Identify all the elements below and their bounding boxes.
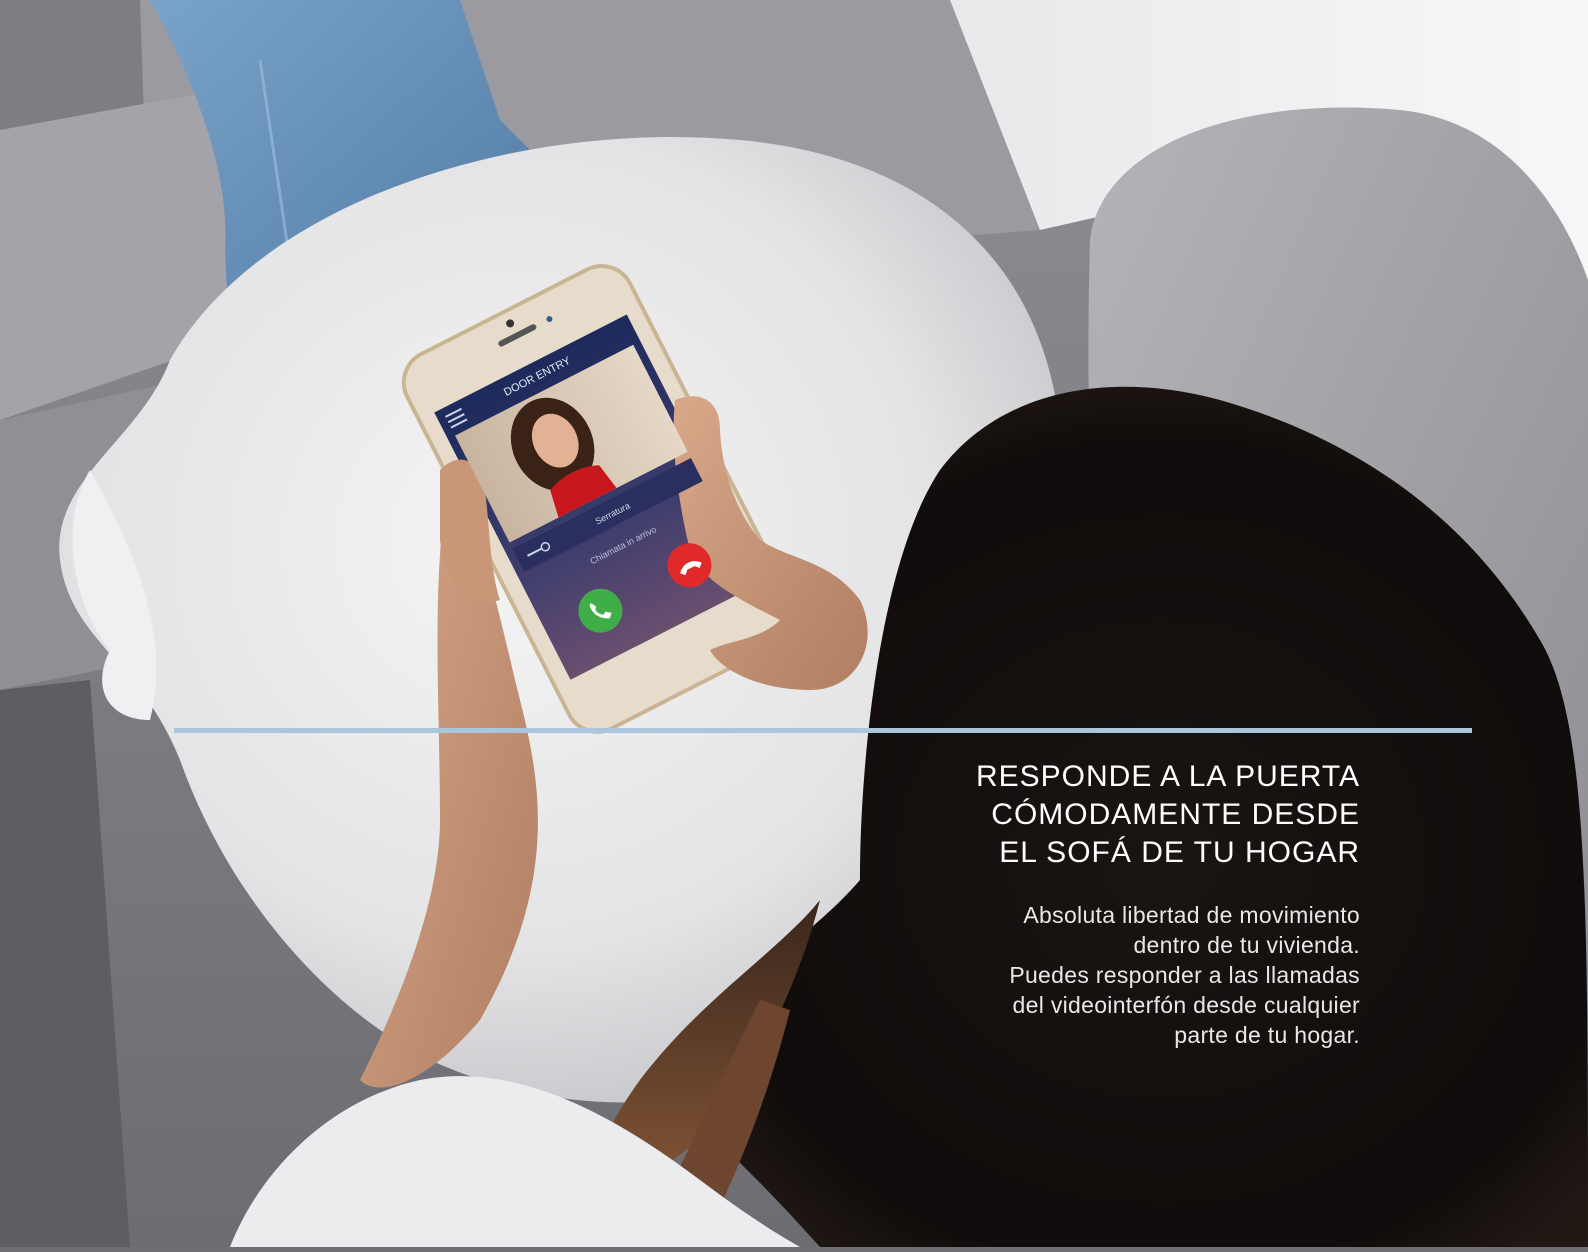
headline-line: RESPONDE A LA PUERTA: [975, 760, 1360, 793]
body-line: dentro de tu vivienda.: [1133, 932, 1360, 958]
headline-line: EL SOFÁ DE TU HOGAR: [999, 836, 1360, 869]
hang-up-button[interactable]: [660, 536, 719, 595]
body-line: Absoluta libertad de movimiento: [1023, 902, 1360, 928]
headline-line: CÓMODAMENTE DESDE: [991, 798, 1360, 831]
body-line: del videointerfón desde cualquier: [1012, 992, 1360, 1018]
body-line: Puedes responder a las llamadas: [1009, 962, 1360, 988]
body-line: parte de tu hogar.: [1174, 1022, 1360, 1048]
hero-body: Absoluta libertad de movimiento dentro d…: [800, 900, 1360, 1050]
accent-divider: [174, 728, 1472, 733]
phone-app-screen: DOOR ENTRY Serratura Chiamata in arrivo: [0, 0, 1588, 1247]
answer-call-button[interactable]: [571, 581, 630, 640]
hero-copy: RESPONDE A LA PUERTA CÓMODAMENTE DESDE E…: [800, 758, 1360, 1050]
menu-icon[interactable]: [445, 407, 468, 429]
video-feed: [455, 344, 688, 543]
hero-headline: RESPONDE A LA PUERTA CÓMODAMENTE DESDE E…: [800, 758, 1360, 872]
